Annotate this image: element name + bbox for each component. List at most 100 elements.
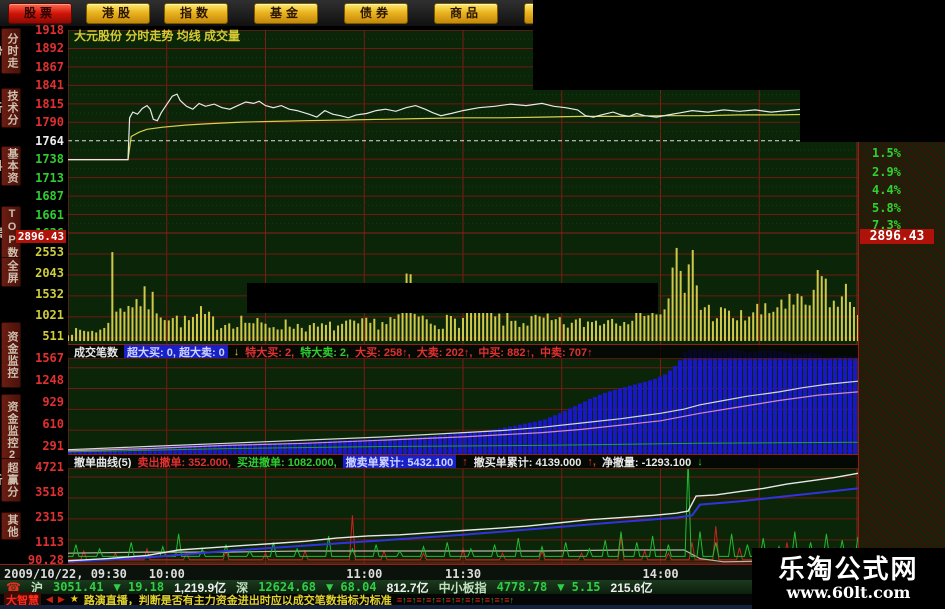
volume-bar	[804, 304, 807, 341]
deal-count-bar	[633, 384, 637, 454]
menu-tab-6[interactable]: 商品	[434, 2, 498, 24]
volume-bar	[675, 247, 678, 341]
sidebar-item-6[interactable]: 资金监控	[1, 322, 21, 388]
ticker-next-icon[interactable]: ▶	[58, 594, 65, 605]
price-scale-label: 1867	[35, 59, 64, 74]
volume-bar	[812, 289, 815, 341]
volume-bar	[848, 301, 851, 341]
menu-tab-4[interactable]: 基金	[254, 2, 318, 24]
sidebar-item-8[interactable]: 超赢分析	[0, 458, 21, 502]
volume-bar	[143, 286, 146, 341]
volume-bar	[260, 322, 263, 341]
menu-tab-5[interactable]: 债券	[344, 2, 408, 24]
deal-count-bar	[498, 428, 502, 454]
sidebar-item-9[interactable]: 其他	[1, 512, 21, 540]
volume-bar	[264, 323, 267, 341]
volume-bar	[760, 314, 763, 341]
menu-tab-3[interactable]: 指数	[164, 2, 228, 24]
sidebar-item-2[interactable]: 技术分析	[0, 88, 21, 128]
volume-bar	[655, 314, 658, 341]
volume-bar	[784, 308, 787, 341]
menu-tab-2[interactable]: 港股	[86, 2, 150, 24]
cancel-curve-title[interactable]: 撤单曲线(5)	[74, 455, 131, 469]
volume-bar	[324, 324, 327, 341]
ticker-prev-icon[interactable]: ◀	[46, 594, 53, 605]
cancel-scale-label: 1113	[35, 535, 64, 549]
volume-bar	[776, 307, 779, 341]
chart-header: 大元股份 分时走势 均线 成交量	[74, 29, 241, 43]
volume-bar	[836, 306, 839, 341]
price-scale-label: 1764	[35, 133, 64, 148]
deal-count-field-1: 特大买: 2,	[245, 346, 295, 359]
deal-scale-label: 1248	[35, 373, 64, 387]
volume-bar	[357, 323, 360, 341]
sidebar-item-1[interactable]: 分时走势	[0, 28, 21, 74]
volume-bar	[445, 314, 448, 341]
volume-bar	[857, 315, 858, 341]
deal-count-bar	[728, 349, 732, 454]
price-scale-label: 1815	[35, 96, 64, 111]
volume-bar	[502, 325, 505, 341]
deal-count-title[interactable]: 成交笔数	[74, 345, 118, 359]
volume-bar	[703, 307, 706, 341]
volume-bar	[723, 308, 726, 341]
volume-bar	[91, 330, 94, 341]
deal-count-bar	[503, 427, 507, 454]
volume-bar	[167, 320, 170, 341]
deal-count-bar	[553, 415, 557, 454]
volume-bar	[256, 318, 259, 341]
volume-bar	[695, 285, 698, 341]
sidebar-item-5[interactable]: 全屏	[1, 257, 21, 287]
cancel-selected-field[interactable]: 撤卖单累计: 5432.100	[342, 455, 457, 468]
redaction-box-volume	[247, 283, 658, 313]
deal-count-bar	[813, 353, 817, 454]
price-scale-label: 1892	[35, 41, 64, 56]
down-arrow-icon: ↓	[697, 455, 703, 468]
menu-tab-1[interactable]: 股票	[8, 2, 72, 24]
deal-count-selected-field[interactable]: 超大买: 0, 超大卖: 0	[124, 345, 228, 358]
volume-bar	[611, 318, 614, 341]
volume-bar	[615, 323, 618, 341]
deal-count-bar	[493, 429, 497, 454]
deal-scale-label: 610	[42, 417, 64, 431]
volume-bar	[216, 329, 219, 341]
volume-bar	[425, 319, 428, 341]
volume-bar	[840, 296, 843, 341]
volume-bar	[748, 316, 751, 341]
volume-bar	[320, 323, 323, 341]
percent-scale-label: 5.8%	[872, 201, 901, 215]
sidebar-item-7[interactable]: 资金监控2	[1, 394, 21, 468]
volume-bar	[466, 311, 469, 341]
sidebar-item-3[interactable]: 基本资料	[0, 146, 21, 186]
volume-bar	[68, 335, 69, 341]
volume-bar	[566, 327, 569, 341]
volume-bar	[663, 309, 666, 341]
price-scale-label: 1661	[35, 207, 64, 222]
deal-count-bar	[643, 381, 647, 454]
deal-count-bar	[758, 350, 762, 454]
deal-count-bar	[748, 352, 752, 454]
deal-count-bar	[773, 350, 777, 454]
down-arrow-icon: ↓	[233, 345, 240, 358]
volume-bar	[554, 319, 557, 341]
volume-bar	[651, 312, 654, 341]
volume-bar	[453, 318, 456, 341]
deal-count-bar	[283, 442, 287, 454]
up-arrow-icon: ↑,	[587, 455, 596, 468]
volume-bar	[300, 327, 303, 341]
deal-count-bar	[778, 351, 782, 454]
volume-bar	[768, 313, 771, 341]
volume-bar	[586, 321, 589, 341]
volume-bar	[204, 313, 207, 341]
deal-count-bar	[853, 357, 857, 454]
volume-bar	[139, 306, 142, 341]
percent-scale-label: 1.5%	[872, 146, 901, 160]
volume-bar	[151, 291, 154, 341]
volume-bar	[518, 326, 521, 341]
volume-scale-label: 1021	[35, 308, 64, 322]
volume-bar	[494, 316, 497, 341]
deal-count-field-4: 大卖: 202↑,	[416, 346, 473, 359]
volume-scale-label: 511	[42, 329, 64, 343]
ticker-icon-strip: ≡↑≡↑≡↑≡↑≡↑≡↑≡↑≡↑≡↑≡↑≡↑≡↑	[397, 594, 514, 606]
volume-bar	[808, 305, 811, 341]
